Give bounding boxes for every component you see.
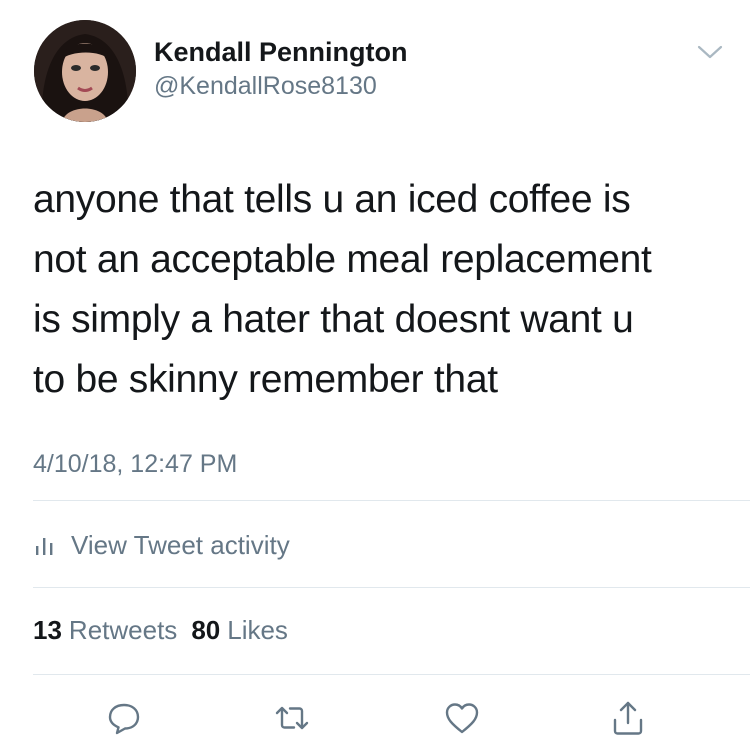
share-icon[interactable] bbox=[608, 698, 648, 738]
retweets-count: 13 bbox=[33, 615, 62, 645]
tweet-header: Kendall Pennington @KendallRose8130 bbox=[0, 0, 750, 140]
avatar-image bbox=[34, 20, 136, 122]
view-tweet-activity-button[interactable]: View Tweet activity bbox=[33, 528, 290, 562]
bar-chart-icon bbox=[33, 534, 57, 556]
retweet-icon[interactable] bbox=[272, 698, 312, 738]
avatar[interactable] bbox=[34, 20, 136, 122]
divider bbox=[33, 500, 750, 501]
likes-stat[interactable]: 80 Likes bbox=[191, 615, 288, 646]
reply-icon[interactable] bbox=[104, 698, 144, 738]
divider bbox=[33, 674, 750, 675]
likes-label: Likes bbox=[227, 615, 288, 645]
display-name[interactable]: Kendall Pennington bbox=[154, 37, 408, 68]
tweet-text: anyone that tells u an iced coffee is no… bbox=[33, 170, 723, 410]
tweet-text-line: not an acceptable meal replacement bbox=[33, 238, 652, 281]
chevron-down-icon[interactable] bbox=[695, 40, 725, 64]
retweets-stat[interactable]: 13 Retweets bbox=[33, 615, 177, 646]
tweet-text-line: to be skinny remember that bbox=[33, 358, 498, 401]
tweet-stats: 13 Retweets 80 Likes bbox=[33, 615, 288, 646]
tweet-actions-bar bbox=[0, 690, 750, 740]
likes-count: 80 bbox=[191, 615, 221, 645]
tweet-text-line: is simply a hater that doesnt want u bbox=[33, 298, 634, 341]
retweets-label: Retweets bbox=[68, 615, 178, 645]
divider bbox=[33, 587, 750, 588]
tweet-text-line: anyone that tells u an iced coffee is bbox=[33, 178, 631, 221]
user-handle[interactable]: @KendallRose8130 bbox=[154, 72, 377, 101]
like-icon[interactable] bbox=[442, 698, 482, 738]
tweet-timestamp[interactable]: 4/10/18, 12:47 PM bbox=[33, 450, 237, 479]
view-tweet-activity-label: View Tweet activity bbox=[71, 529, 290, 560]
